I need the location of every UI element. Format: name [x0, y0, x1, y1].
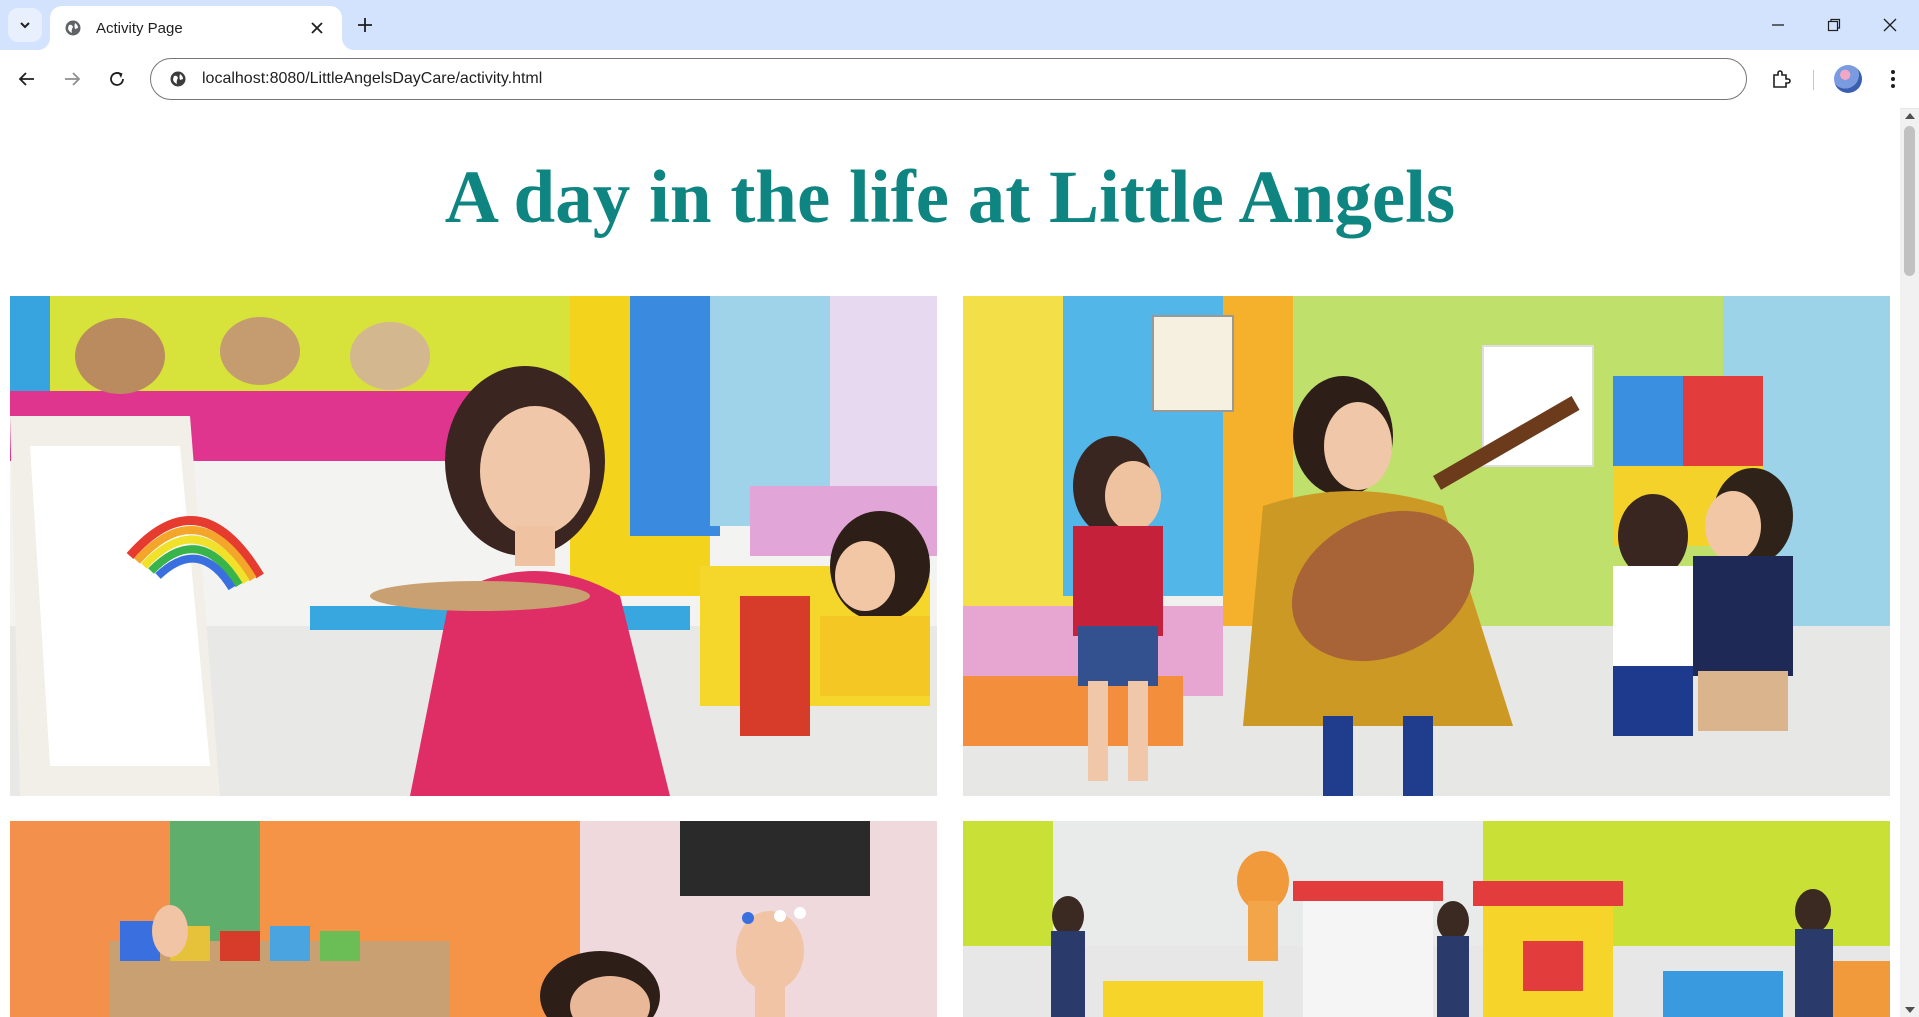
browser-tab-active[interactable]: Activity Page — [50, 6, 342, 50]
playarea-photo-graphic — [963, 821, 1890, 1017]
browser-tabstrip: Activity Page — [0, 0, 1919, 50]
page-scrollbar[interactable] — [1900, 109, 1919, 1017]
globe-icon — [64, 19, 82, 37]
reload-button[interactable] — [100, 62, 134, 96]
scrollbar-thumb[interactable] — [1904, 126, 1915, 276]
back-button[interactable] — [10, 62, 44, 96]
restore-icon — [1827, 18, 1841, 32]
tab-close-button[interactable] — [306, 17, 328, 39]
scroll-down-icon[interactable] — [1905, 1007, 1915, 1013]
tab-title: Activity Page — [96, 19, 183, 37]
toolbar-divider — [1813, 70, 1814, 90]
avatar[interactable] — [1834, 65, 1862, 93]
address-bar[interactable]: localhost:8080/LittleAngelsDayCare/activ… — [150, 58, 1747, 100]
activity-photo-classroom — [10, 821, 937, 1017]
kebab-menu-icon — [1891, 70, 1895, 88]
scroll-up-icon[interactable] — [1905, 113, 1915, 119]
extensions-button[interactable] — [1764, 62, 1798, 96]
close-icon — [311, 22, 323, 34]
close-icon — [1883, 18, 1897, 32]
plus-icon — [358, 18, 372, 32]
chevron-down-icon — [20, 22, 30, 29]
restore-button[interactable] — [1806, 0, 1862, 50]
arrow-right-icon — [65, 72, 81, 86]
reload-icon — [110, 72, 124, 86]
site-info-icon[interactable] — [165, 66, 191, 92]
page-title: A day in the life at Little Angels — [444, 156, 1456, 239]
activity-photo-playarea — [963, 821, 1890, 1017]
minimize-icon — [1772, 24, 1784, 26]
page-viewport: A day in the life at Little Angels — [0, 108, 1900, 1017]
activity-photo-music — [963, 296, 1890, 796]
arrow-left-icon — [18, 72, 34, 86]
browser-menu-button[interactable] — [1876, 62, 1910, 96]
music-photo-graphic — [963, 296, 1890, 796]
close-window-button[interactable] — [1862, 0, 1918, 50]
new-tab-button[interactable] — [350, 10, 380, 40]
painting-photo-graphic — [10, 296, 937, 796]
browser-toolbar: localhost:8080/LittleAngelsDayCare/activ… — [0, 50, 1919, 108]
url-text: localhost:8080/LittleAngelsDayCare/activ… — [202, 70, 543, 87]
tab-search-button[interactable] — [8, 8, 42, 42]
forward-button[interactable] — [55, 62, 89, 96]
minimize-button[interactable] — [1750, 0, 1806, 50]
puzzle-icon — [1773, 70, 1791, 88]
activity-photo-painting — [10, 296, 937, 796]
classroom-photo-graphic — [10, 821, 937, 1017]
